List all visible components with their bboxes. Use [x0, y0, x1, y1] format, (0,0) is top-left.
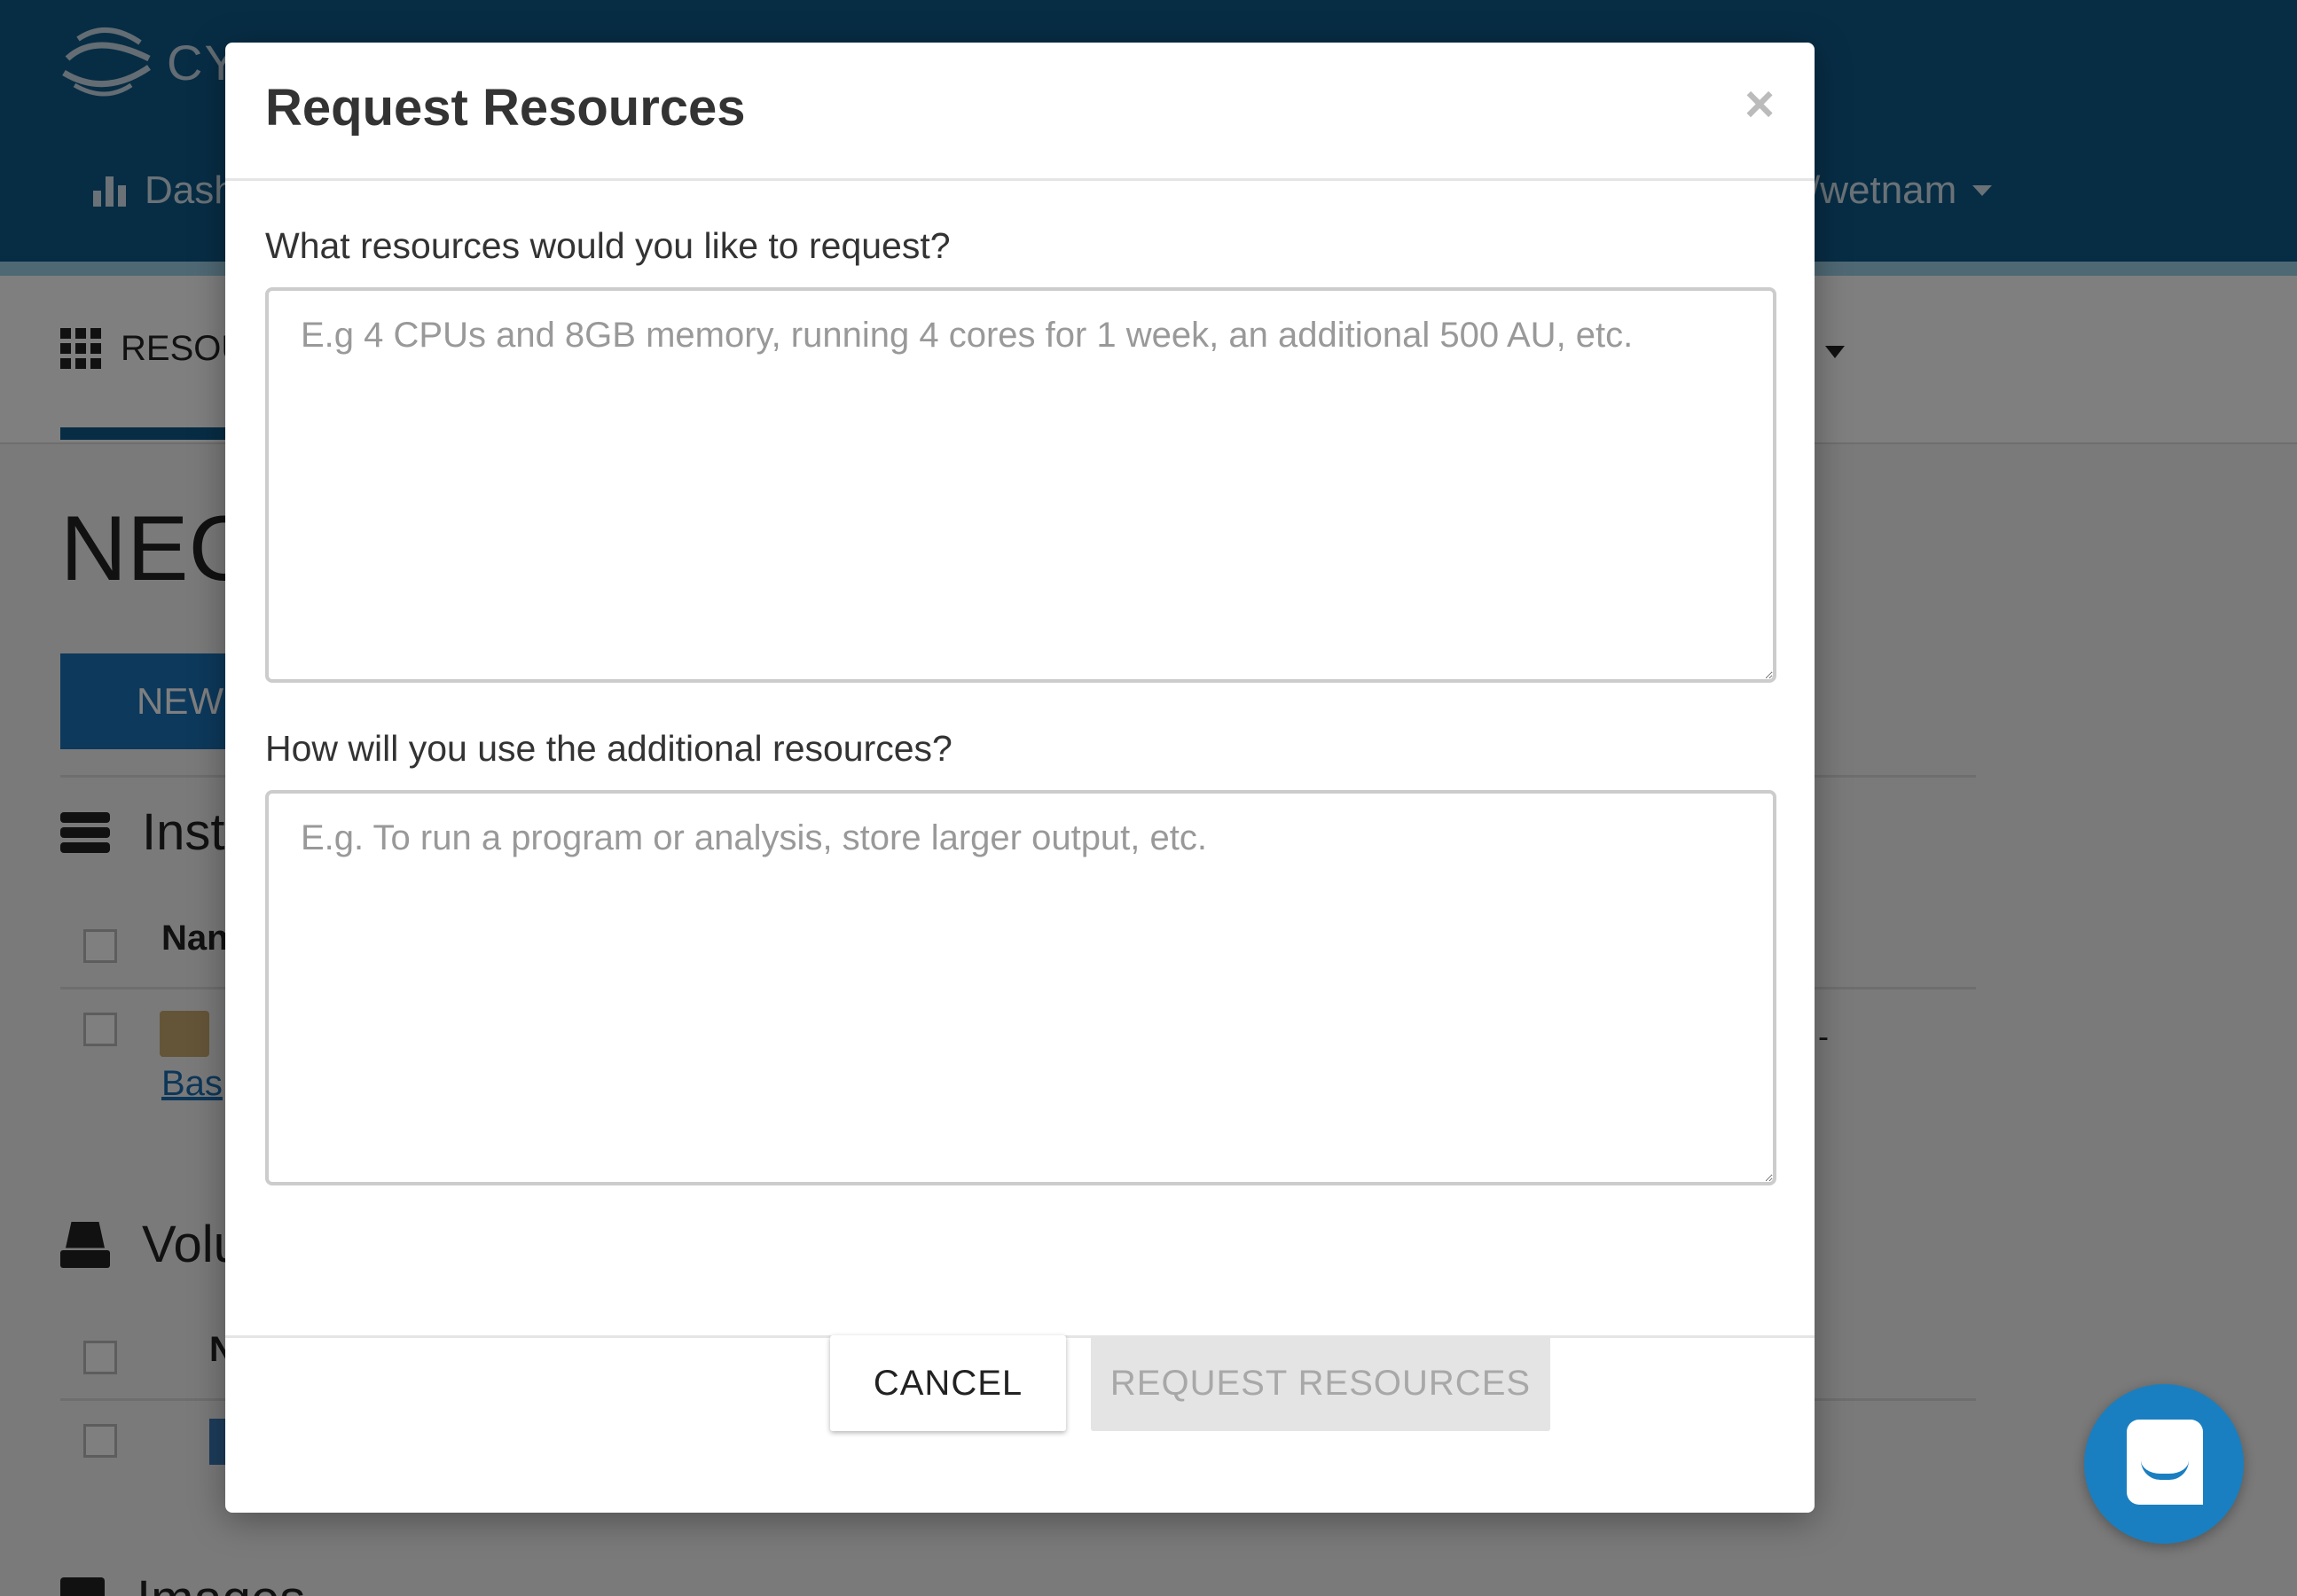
request-resources-button[interactable]: REQUEST RESOURCES — [1091, 1335, 1550, 1431]
cancel-button[interactable]: CANCEL — [830, 1335, 1066, 1431]
resources-question-label: What resources would you like to request… — [265, 225, 951, 266]
request-resources-modal: Request Resources × What resources would… — [225, 43, 1815, 1513]
chat-launcher-button[interactable] — [2084, 1384, 2244, 1544]
close-icon[interactable]: × — [1733, 78, 1786, 131]
chat-bubble-icon — [2127, 1420, 2203, 1505]
modal-title: Request Resources — [265, 79, 746, 137]
resources-request-textarea[interactable] — [265, 287, 1776, 683]
usage-description-textarea[interactable] — [265, 790, 1776, 1185]
modal-header: Request Resources × — [225, 43, 1815, 181]
usage-question-label: How will you use the additional resource… — [265, 728, 953, 769]
